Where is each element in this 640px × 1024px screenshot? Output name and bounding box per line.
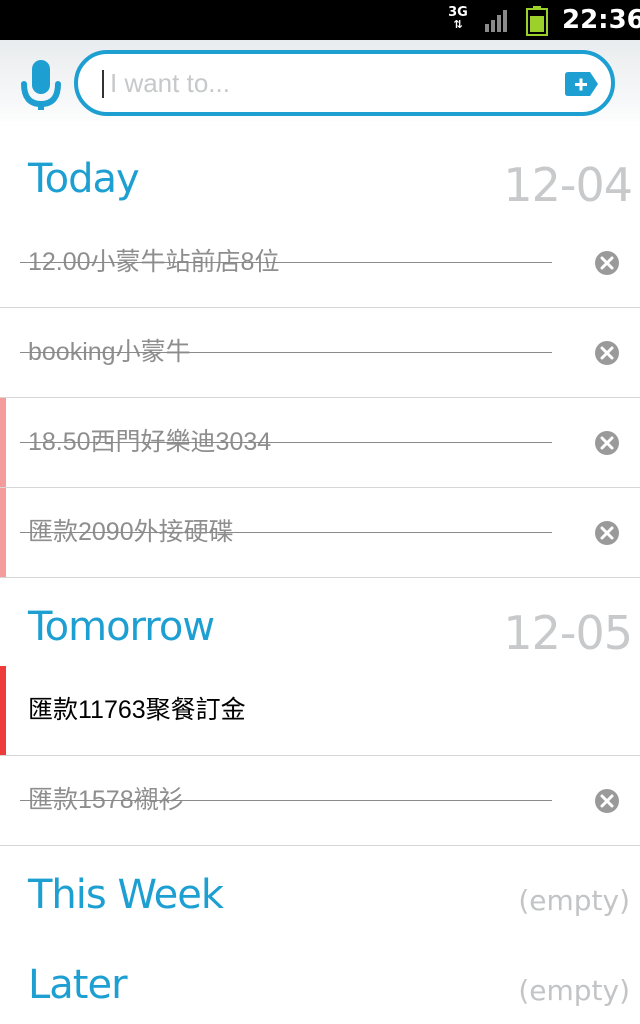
strikethrough-line bbox=[20, 800, 552, 801]
text-cursor bbox=[102, 70, 104, 98]
task-row[interactable]: 匯款2090外接硬碟 bbox=[0, 488, 640, 578]
priority-marker bbox=[0, 666, 6, 755]
strikethrough-line bbox=[20, 442, 552, 443]
status-time: 22:36 bbox=[562, 5, 640, 35]
battery-icon bbox=[526, 6, 548, 36]
header bbox=[0, 40, 640, 128]
section-empty-later: (empty) bbox=[518, 974, 630, 1007]
strikethrough-line bbox=[20, 352, 552, 353]
signal-strength-icon bbox=[485, 10, 507, 32]
microphone-icon[interactable] bbox=[18, 56, 64, 114]
task-row[interactable]: 12.00小蒙牛站前店8位 bbox=[0, 218, 640, 308]
task-input-box[interactable] bbox=[74, 50, 615, 116]
delete-icon[interactable] bbox=[594, 788, 620, 814]
strikethrough-line bbox=[20, 532, 552, 533]
delete-icon[interactable] bbox=[594, 340, 620, 366]
section-date-tomorrow: 12-05 bbox=[503, 606, 633, 660]
task-row[interactable]: 匯款11763聚餐訂金 bbox=[0, 666, 640, 756]
delete-icon[interactable] bbox=[594, 520, 620, 546]
strikethrough-line bbox=[20, 262, 552, 263]
delete-icon[interactable] bbox=[594, 250, 620, 276]
task-row[interactable]: 匯款1578襯衫 bbox=[0, 756, 640, 846]
section-title-this-week[interactable]: This Week bbox=[28, 872, 224, 918]
delete-icon[interactable] bbox=[594, 430, 620, 456]
priority-marker bbox=[0, 488, 6, 577]
section-date-today: 12-04 bbox=[503, 158, 633, 212]
section-title-later[interactable]: Later bbox=[28, 962, 128, 1008]
task-row[interactable]: 18.50西門好樂迪3034 bbox=[0, 398, 640, 488]
section-title-today: Today bbox=[28, 156, 140, 202]
section-empty-this-week: (empty) bbox=[518, 884, 630, 917]
task-text: 匯款11763聚餐訂金 bbox=[28, 696, 246, 724]
status-bar: 3G ⇅ 22:36 bbox=[0, 0, 640, 40]
section-title-tomorrow: Tomorrow bbox=[28, 604, 215, 650]
task-row[interactable]: booking小蒙牛 bbox=[0, 308, 640, 398]
priority-marker bbox=[0, 398, 6, 487]
add-task-icon[interactable] bbox=[564, 70, 600, 98]
network-3g-icon: 3G ⇅ bbox=[448, 5, 468, 31]
task-input[interactable] bbox=[110, 62, 530, 104]
